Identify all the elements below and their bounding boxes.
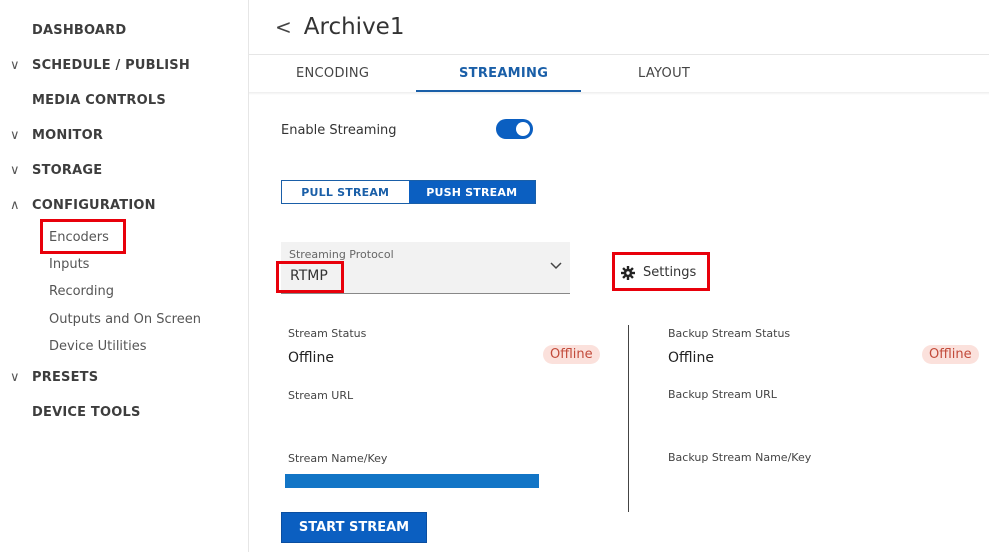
nav-label: MONITOR [32, 128, 104, 143]
chevron-down-icon: ∨ [10, 58, 20, 73]
toggle-knob [516, 122, 530, 136]
highlight-box-encoders [40, 219, 126, 254]
stream-url-label: Stream URL [288, 389, 354, 402]
sidebar-item-inputs[interactable]: Inputs [49, 257, 89, 272]
backup-stream-status-badge: Offline [922, 345, 979, 364]
back-chevron-icon[interactable]: < [275, 15, 292, 39]
stream-name-key-bar[interactable] [285, 474, 539, 488]
stream-status-value: Offline [288, 350, 334, 366]
tab-streaming[interactable]: STREAMING [459, 66, 548, 81]
nav-label: DEVICE TOOLS [32, 405, 141, 420]
chevron-down-icon [550, 260, 562, 273]
chevron-down-icon: ∨ [10, 163, 20, 178]
nav-label: MEDIA CONTROLS [32, 93, 166, 108]
nav-monitor[interactable]: ∨ MONITOR [10, 128, 103, 143]
sidebar-item-recording[interactable]: Recording [49, 284, 114, 299]
tab-bar-shadow [249, 92, 989, 95]
title-divider [249, 54, 989, 55]
backup-stream-name-key-label: Backup Stream Name/Key [668, 451, 812, 464]
stream-name-key-label: Stream Name/Key [288, 452, 388, 465]
nav-presets[interactable]: ∨ PRESETS [10, 370, 98, 385]
main-panel: < Archive1 ENCODING STREAMING LAYOUT Ena… [249, 0, 989, 552]
column-divider [628, 325, 629, 512]
stream-mode-segmented-control: PULL STREAM PUSH STREAM [281, 180, 536, 204]
stream-status-badge: Offline [543, 345, 600, 364]
chevron-down-icon: ∨ [10, 128, 20, 143]
backup-stream-status-value: Offline [668, 350, 714, 366]
nav-device-tools[interactable]: DEVICE TOOLS [10, 405, 141, 420]
tab-encoding[interactable]: ENCODING [296, 66, 369, 81]
enable-streaming-label: Enable Streaming [281, 123, 397, 138]
stream-status-label: Stream Status [288, 327, 367, 340]
sidebar-item-device-utilities[interactable]: Device Utilities [49, 339, 147, 354]
nav-label: CONFIGURATION [32, 198, 156, 213]
title-row: < Archive1 [275, 14, 404, 40]
enable-streaming-toggle[interactable] [496, 119, 533, 139]
page-title: Archive1 [303, 14, 405, 40]
chevron-up-icon: ∧ [10, 198, 20, 213]
nav-dashboard[interactable]: DASHBOARD [10, 23, 126, 38]
backup-stream-url-label: Backup Stream URL [668, 388, 777, 401]
highlight-box-settings [612, 252, 710, 291]
streaming-protocol-label: Streaming Protocol [289, 248, 394, 261]
nav-label: PRESETS [32, 370, 99, 385]
push-stream-button[interactable]: PUSH STREAM [408, 181, 535, 203]
sidebar: DASHBOARD ∨ SCHEDULE / PUBLISH MEDIA CON… [0, 0, 249, 552]
pull-stream-button[interactable]: PULL STREAM [282, 181, 409, 203]
nav-label: DASHBOARD [32, 23, 127, 38]
nav-storage[interactable]: ∨ STORAGE [10, 163, 102, 178]
nav-configuration[interactable]: ∧ CONFIGURATION [10, 198, 156, 213]
nav-label: STORAGE [32, 163, 103, 178]
sidebar-item-outputs-on-screen[interactable]: Outputs and On Screen [49, 312, 201, 327]
highlight-box-rtmp [276, 261, 344, 293]
stream-name-key-fill [285, 474, 539, 488]
nav-media-controls[interactable]: MEDIA CONTROLS [10, 93, 166, 108]
start-stream-button[interactable]: START STREAM [281, 512, 427, 543]
tab-layout[interactable]: LAYOUT [638, 66, 690, 81]
backup-stream-status-label: Backup Stream Status [668, 327, 791, 340]
nav-label: SCHEDULE / PUBLISH [32, 58, 190, 73]
chevron-down-icon: ∨ [10, 370, 20, 385]
nav-schedule-publish[interactable]: ∨ SCHEDULE / PUBLISH [10, 58, 190, 73]
